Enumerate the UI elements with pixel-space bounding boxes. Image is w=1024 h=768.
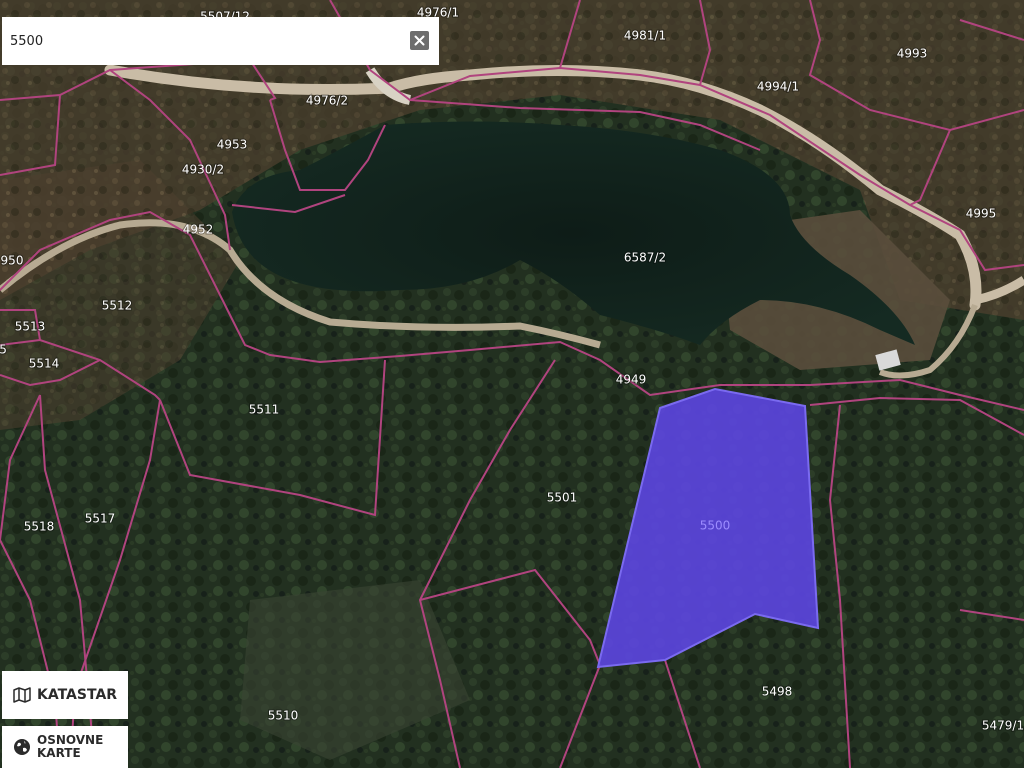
parcel-label: 4995 (966, 207, 997, 221)
clear-search-button[interactable] (410, 31, 429, 50)
parcel-label: 4949 (616, 373, 647, 387)
map-canvas[interactable]: 5500 4976/1 5507/12 4981/1 4993 4994/1 4… (0, 0, 1024, 768)
parcel-label: 4952 (183, 223, 214, 237)
cadastre-layer-button[interactable]: KATASTAR (2, 671, 128, 719)
parcel-label: 5510 (268, 709, 299, 723)
cadastre-button-label: KATASTAR (37, 687, 118, 703)
parcel-label: 5501 (547, 491, 578, 505)
search-box (2, 17, 439, 65)
parcel-label: 950 (1, 254, 24, 268)
basemaps-label-line2: KARTE (37, 746, 81, 760)
parcel-label: 6587/2 (624, 251, 666, 265)
parcel-label: 4976/2 (306, 94, 348, 108)
parcel-label: 4930/2 (182, 163, 224, 177)
parcel-label: 4981/1 (624, 29, 666, 43)
parcel-label: 5479/1 (982, 719, 1024, 733)
parcel-label: 5513 (15, 320, 46, 334)
parcel-label: 4953 (217, 138, 248, 152)
map-icon (13, 686, 31, 704)
parcel-label: 5511 (249, 403, 280, 417)
basemaps-button[interactable]: OSNOVNE KARTE (2, 726, 128, 768)
parcel-label: 5512 (102, 299, 133, 313)
parcel-label: 4994/1 (757, 80, 799, 94)
close-icon (414, 35, 425, 46)
selected-parcel-label: 5500 (700, 519, 731, 533)
parcel-label: 5517 (85, 512, 116, 526)
parcel-label: 5518 (24, 520, 55, 534)
globe-icon (13, 738, 31, 756)
parcel-label: 4993 (897, 47, 928, 61)
parcel-label: 5514 (29, 357, 60, 371)
parcel-label: 5 (0, 343, 7, 357)
search-input[interactable] (2, 17, 392, 65)
parcel-label: 5498 (762, 685, 793, 699)
